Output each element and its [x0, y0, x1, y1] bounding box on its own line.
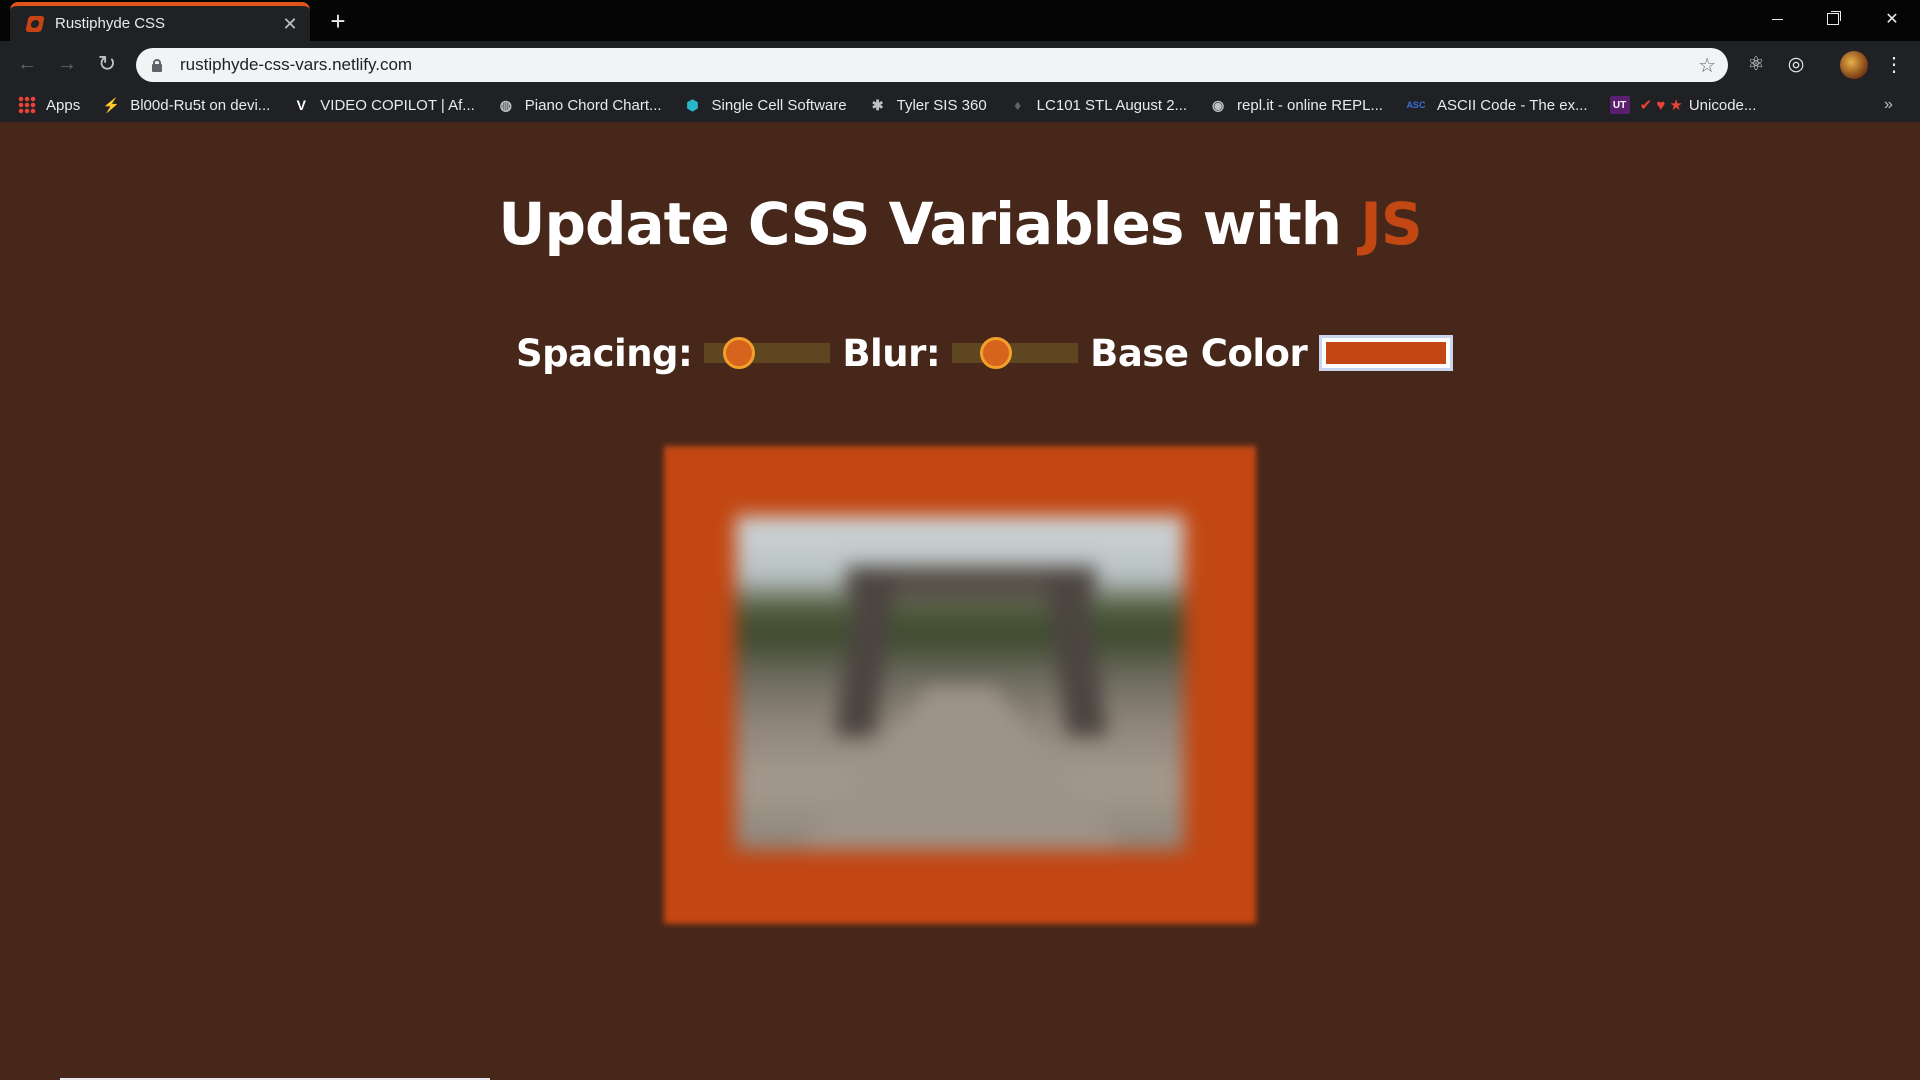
color-swatch	[1326, 342, 1447, 364]
back-arrow-icon[interactable]: ←	[12, 49, 42, 79]
satellite-icon: ✱	[871, 96, 884, 113]
spacing-label: Spacing:	[516, 331, 693, 375]
ut-icon: UT	[1609, 96, 1630, 114]
page-content: Update CSS Variables with JS Spacing: Bl…	[0, 122, 1920, 1080]
bookmark-item[interactable]: ♦ LC101 STL August 2...	[1009, 96, 1187, 114]
bridge-photo	[736, 516, 1184, 850]
new-tab-button[interactable]: +	[325, 8, 351, 34]
blur-label: Blur:	[842, 331, 941, 375]
window-restore-button[interactable]	[1805, 0, 1861, 38]
bookmarks-overflow-icon[interactable]: »	[1884, 88, 1893, 122]
photo-frame	[664, 446, 1256, 924]
bookmark-item[interactable]: ◉ repl.it - online REPL...	[1209, 96, 1383, 114]
window-close-button[interactable]: ✕	[1864, 0, 1920, 38]
blur-slider[interactable]	[952, 337, 1079, 369]
site-favicon-icon	[25, 15, 45, 32]
bookmark-item[interactable]: ⬢ Single Cell Software	[684, 96, 847, 114]
lock-icon[interactable]	[152, 59, 162, 72]
react-devtools-icon[interactable]: ⚛	[1744, 53, 1768, 77]
photo-bridge-right-beam	[1044, 576, 1108, 736]
bookmark-label: ASCII Code - The ex...	[1436, 96, 1588, 114]
page-title-main: Update CSS Variables with	[498, 190, 1361, 258]
tab-close-icon[interactable]: ✕	[278, 12, 302, 36]
bookmark-item[interactable]: V VIDEO COPILOT | Af...	[292, 96, 475, 114]
bookmark-item[interactable]: ⚡ Bl00d-Ru5t on devi...	[102, 96, 270, 114]
photo-bridge-left-beam	[834, 576, 898, 736]
v-icon: V	[296, 97, 306, 113]
forward-arrow-icon[interactable]: →	[52, 49, 82, 79]
spacing-slider[interactable]	[704, 337, 831, 369]
extension-target-icon[interactable]: ◎	[1784, 53, 1808, 77]
bookmark-label: Single Cell Software	[711, 96, 847, 114]
bookmark-label: Piano Chord Chart...	[524, 96, 662, 114]
page-title-highlight: JS	[1360, 190, 1422, 258]
bookmark-item[interactable]: UT ✔ ♥ ★ Unicode...	[1609, 96, 1757, 114]
bookmark-item[interactable]: ASC ASCII Code - The ex...	[1405, 96, 1588, 114]
blur-slider-thumb[interactable]	[980, 337, 1013, 369]
base-color-picker[interactable]	[1319, 335, 1454, 371]
reload-icon[interactable]: ↻	[92, 49, 122, 79]
bookmark-label: LC101 STL August 2...	[1036, 96, 1188, 114]
browser-menu-icon[interactable]: ⋮	[1882, 51, 1906, 79]
controls-row: Spacing: Blur: Base Color	[516, 328, 1454, 378]
bookmark-label: Tyler SIS 360	[896, 96, 987, 114]
bookmark-label: Apps	[46, 96, 81, 114]
bookmark-item[interactable]: ✱ Tyler SIS 360	[869, 96, 987, 114]
cube-icon: ⬢	[686, 96, 699, 113]
bookmarks-bar: Apps ⚡ Bl00d-Ru5t on devi... V VIDEO COP…	[0, 88, 1920, 122]
address-bar[interactable]: rustiphyde-css-vars.netlify.com ☆	[136, 48, 1728, 82]
apps-grid-icon	[18, 96, 36, 114]
spacing-slider-thumb[interactable]	[723, 337, 756, 369]
repl-icon: ◉	[1211, 96, 1225, 113]
tab-title: Rustiphyde CSS	[55, 15, 166, 32]
url-text[interactable]: rustiphyde-css-vars.netlify.com	[180, 55, 1698, 75]
lightning-icon: ⚡	[102, 96, 120, 113]
check-heart-star-icon: ✔ ♥ ★	[1639, 97, 1683, 114]
bookmark-label: Unicode...	[1688, 96, 1757, 114]
globe-icon: ◍	[499, 96, 512, 113]
bookmark-label: VIDEO COPILOT | Af...	[320, 96, 475, 114]
browser-tab-active[interactable]: Rustiphyde CSS ✕	[10, 2, 310, 41]
bookmark-star-icon[interactable]: ☆	[1698, 53, 1716, 78]
base-color-label: Base Color	[1090, 331, 1308, 375]
bookmark-label: Bl00d-Ru5t on devi...	[130, 96, 271, 114]
asc-icon: ASC	[1406, 100, 1426, 110]
microphone-icon: ♦	[1014, 97, 1022, 113]
bookmark-label: repl.it - online REPL...	[1237, 96, 1383, 114]
page-title: Update CSS Variables with JS	[0, 190, 1920, 258]
browser-toolbar: ← → ↻ rustiphyde-css-vars.netlify.com ☆ …	[0, 41, 1920, 88]
bookmark-item[interactable]: Apps	[18, 96, 80, 114]
bookmark-item[interactable]: ◍ Piano Chord Chart...	[497, 96, 662, 114]
browser-tab-strip: Rustiphyde CSS ✕ + ✕	[0, 0, 1920, 41]
profile-avatar[interactable]	[1840, 51, 1868, 79]
window-minimize-button[interactable]	[1749, 0, 1805, 38]
